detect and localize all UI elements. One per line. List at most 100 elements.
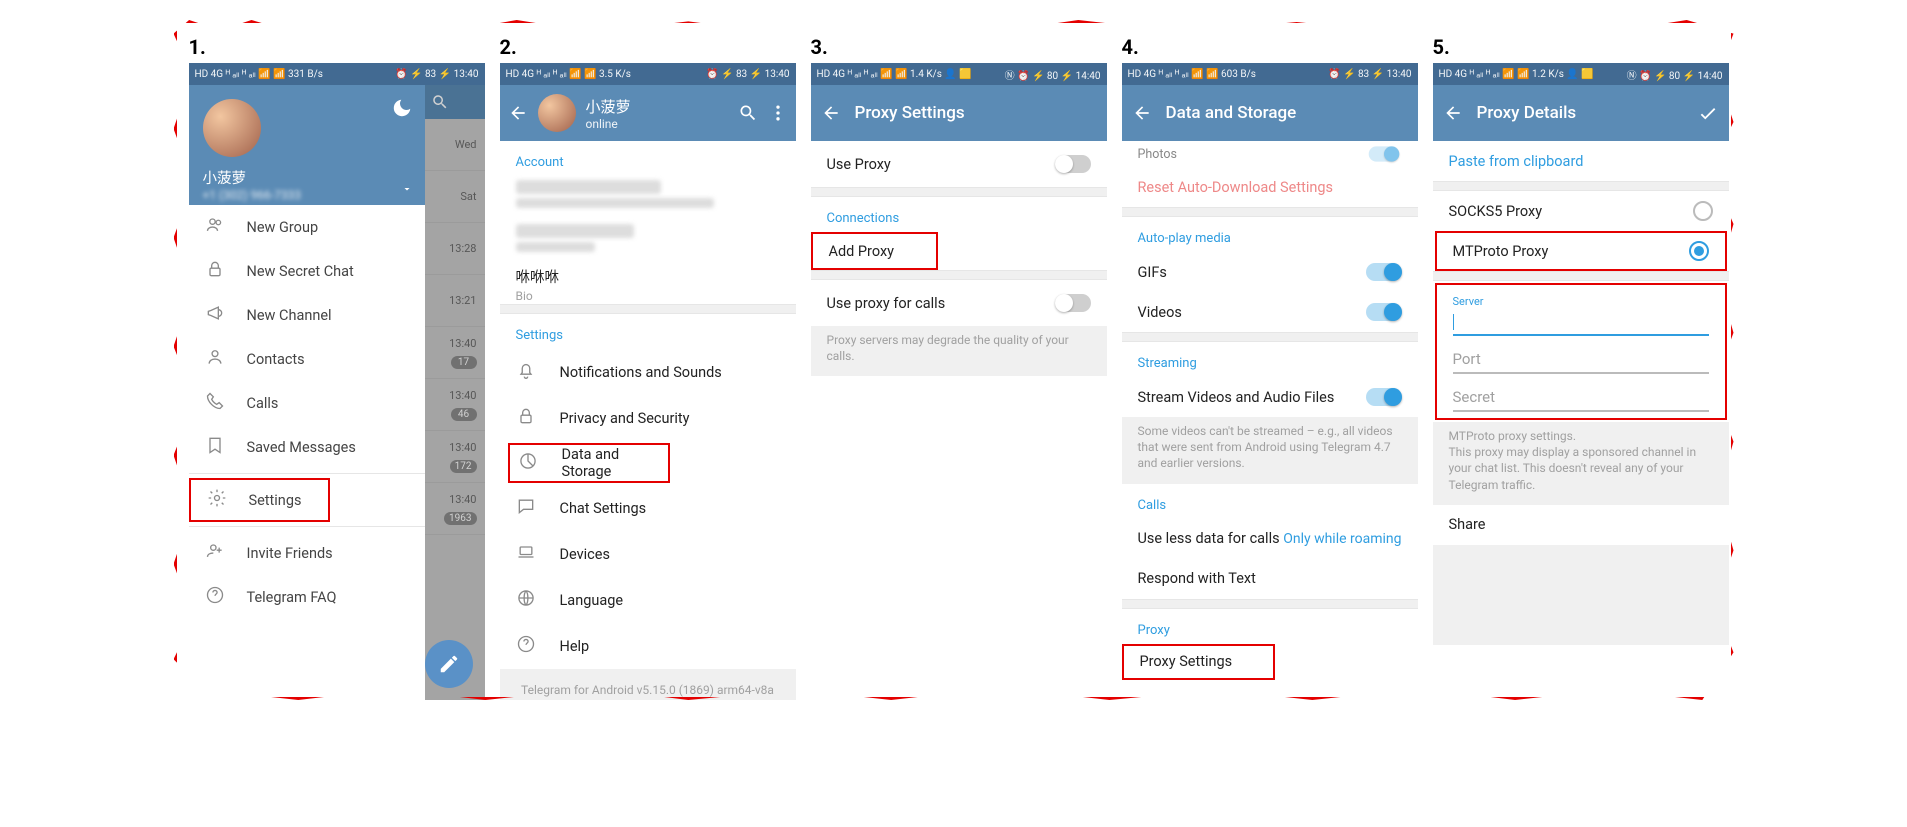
version-footer: Telegram for Android v5.15.0 (1869) arm6…	[500, 669, 796, 700]
bio-value: 咻咻咻	[516, 266, 560, 287]
socks5-row[interactable]: SOCKS5 Proxy	[1433, 191, 1729, 231]
mtproto-radio[interactable]	[1689, 241, 1709, 261]
account-username-hint-blurred	[516, 242, 595, 252]
lock-icon	[205, 259, 225, 283]
drawer-item-phone[interactable]: Calls	[189, 381, 425, 425]
stream-toggle[interactable]	[1366, 388, 1402, 406]
avatar[interactable]	[538, 94, 576, 132]
panel-5: 5. HD 4G ᴴ ₐₗₗ ᴴ ₐₗₗ 📶 📶 1.2 K/s 👤 🟨 Ⓝ ⏰…	[1433, 35, 1729, 700]
gifs-row[interactable]: GIFs	[1122, 252, 1418, 292]
panel-4: 4. HD 4G ᴴ ₐₗₗ ᴴ ₐₗₗ 📶 📶 603 B/s ⏰ ⚡ 83 …	[1122, 35, 1418, 700]
videos-label: Videos	[1138, 304, 1366, 321]
share-label: Share	[1449, 516, 1486, 533]
back-icon[interactable]	[508, 103, 528, 123]
mtproto-row[interactable]: MTProto Proxy	[1435, 231, 1727, 271]
settings-item-label: Privacy and Security	[560, 410, 690, 427]
drawer-item-label: Contacts	[247, 351, 305, 368]
secret-input[interactable]: Secret	[1453, 384, 1709, 412]
status-right: ⏰ ⚡ 83 ⚡ 13:40	[1328, 69, 1411, 80]
photos-row[interactable]: Photos	[1122, 141, 1418, 167]
gifs-toggle[interactable]	[1366, 263, 1402, 281]
respond-text-row[interactable]: Respond with Text	[1122, 559, 1418, 599]
drawer-item-lock[interactable]: New Secret Chat	[189, 249, 425, 293]
status-left: HD 4G ᴴ ₐₗₗ ᴴ ₐₗₗ 📶 📶 603 B/s	[1128, 69, 1256, 80]
panel-2: 2. HD 4G ᴴ ₐₗₗ ᴴ ₐₗₗ 📶 📶 3.5 K/s ⏰ ⚡ 83 …	[500, 35, 796, 700]
back-icon[interactable]	[821, 103, 841, 123]
drawer-item-gear[interactable]: Settings	[189, 478, 331, 522]
panel-3-label: 3.	[811, 35, 1107, 63]
port-field[interactable]: Port	[1437, 342, 1725, 380]
drawer-item-bookmark[interactable]: Saved Messages	[189, 425, 425, 469]
status-right: Ⓝ ⏰ ⚡ 80 ⚡ 14:40	[1627, 67, 1723, 82]
app-bar: Data and Storage	[1122, 85, 1418, 141]
videos-toggle[interactable]	[1366, 303, 1402, 321]
drawer-item-add-friend[interactable]: Invite Friends	[189, 531, 425, 575]
proxy-settings-row[interactable]: Proxy Settings	[1122, 644, 1276, 680]
settings-item-laptop[interactable]: Devices	[500, 531, 796, 577]
drawer-item-megaphone[interactable]: New Channel	[189, 293, 425, 337]
drawer-item-label: Saved Messages	[247, 439, 356, 456]
drawer-item-help[interactable]: Telegram FAQ	[189, 575, 425, 619]
server-field[interactable]: Server	[1437, 291, 1725, 342]
photos-label: Photos	[1138, 147, 1366, 162]
compose-fab[interactable]	[425, 640, 473, 688]
account-username-blurred[interactable]	[516, 224, 635, 238]
use-proxy-toggle[interactable]	[1055, 155, 1091, 173]
status-bar: HD 4G ᴴ ₐₗₗ ᴴ ₐₗₗ 📶 📶 3.5 K/s ⏰ ⚡ 83 ⚡ 1…	[500, 63, 796, 85]
port-input[interactable]: Port	[1453, 346, 1709, 374]
avatar[interactable]	[203, 99, 261, 157]
settings-item-bell[interactable]: Notifications and Sounds	[500, 349, 796, 395]
panel-5-label: 5.	[1433, 35, 1729, 63]
proxy-settings-label: Proxy Settings	[1140, 653, 1233, 670]
paste-clipboard-row[interactable]: Paste from clipboard	[1433, 141, 1729, 181]
back-icon[interactable]	[1132, 103, 1152, 123]
use-less-data-row[interactable]: Use less data for calls Only while roami…	[1122, 519, 1418, 559]
bio-row[interactable]: 咻咻咻 Bio	[500, 264, 796, 304]
drawer-item-label: New Group	[247, 219, 319, 236]
drawer-item-new-group[interactable]: New Group	[189, 205, 425, 249]
settings-item-label: Chat Settings	[560, 500, 647, 517]
settings-item-pie[interactable]: Data and Storage	[508, 443, 671, 483]
use-proxy-calls-toggle[interactable]	[1055, 294, 1091, 312]
search-icon[interactable]	[738, 103, 758, 123]
share-row[interactable]: Share	[1433, 505, 1729, 545]
phone-icon	[205, 391, 225, 415]
settings-item-help[interactable]: Help	[500, 623, 796, 669]
use-proxy-calls-row[interactable]: Use proxy for calls	[811, 280, 1107, 326]
settings-item-chat[interactable]: Chat Settings	[500, 485, 796, 531]
status-bar: HD 4G ᴴ ₐₗₗ ᴴ ₐₗₗ 📶 📶 331 B/s ⏰ ⚡ 83 ⚡ 1…	[189, 63, 485, 85]
more-icon[interactable]	[768, 103, 788, 123]
profile-app-bar: 小菠萝 online	[500, 85, 796, 141]
reset-auto-download-row[interactable]: Reset Auto-Download Settings	[1122, 167, 1418, 207]
drawer-item-label: Telegram FAQ	[247, 589, 337, 606]
settings-item-label: Help	[560, 638, 590, 655]
bell-icon	[516, 360, 536, 384]
help-icon	[205, 585, 225, 609]
mtproto-hint: MTProto proxy settings. This proxy may d…	[1433, 422, 1729, 505]
photos-toggle[interactable]	[1368, 146, 1399, 161]
phone-frame-2: HD 4G ᴴ ₐₗₗ ᴴ ₐₗₗ 📶 📶 3.5 K/s ⏰ ⚡ 83 ⚡ 1…	[500, 63, 796, 700]
status-right: ⏰ ⚡ 83 ⚡ 13:40	[706, 69, 789, 80]
settings-item-lock[interactable]: Privacy and Security	[500, 395, 796, 441]
status-bar: HD 4G ᴴ ₐₗₗ ᴴ ₐₗₗ 📶 📶 603 B/s ⏰ ⚡ 83 ⚡ 1…	[1122, 63, 1418, 85]
confirm-icon[interactable]	[1697, 102, 1719, 124]
drawer-item-label: Settings	[249, 492, 302, 509]
socks5-radio[interactable]	[1693, 201, 1713, 221]
videos-row[interactable]: Videos	[1122, 292, 1418, 332]
night-mode-icon[interactable]	[391, 97, 413, 119]
use-proxy-row[interactable]: Use Proxy	[811, 141, 1107, 187]
screen-title: Proxy Settings	[855, 103, 1097, 123]
secret-field[interactable]: Secret	[1437, 380, 1725, 418]
use-proxy-label: Use Proxy	[827, 156, 1055, 173]
add-proxy-row[interactable]: Add Proxy	[811, 232, 938, 270]
tutorial-collage: 1. HD 4G ᴴ ₐₗₗ ᴴ ₐₗₗ 📶 📶 331 B/s ⏰ ⚡ 83 …	[174, 20, 1734, 700]
drawer-username: 小菠萝	[203, 167, 411, 188]
drawer-item-contact[interactable]: Contacts	[189, 337, 425, 381]
expand-icon[interactable]	[401, 183, 413, 195]
server-input[interactable]	[1453, 308, 1709, 336]
settings-item-globe[interactable]: Language	[500, 577, 796, 623]
account-phone-blurred[interactable]	[516, 180, 661, 194]
mtproto-label: MTProto Proxy	[1453, 243, 1689, 260]
stream-row[interactable]: Stream Videos and Audio Files	[1122, 377, 1418, 417]
back-icon[interactable]	[1443, 103, 1463, 123]
